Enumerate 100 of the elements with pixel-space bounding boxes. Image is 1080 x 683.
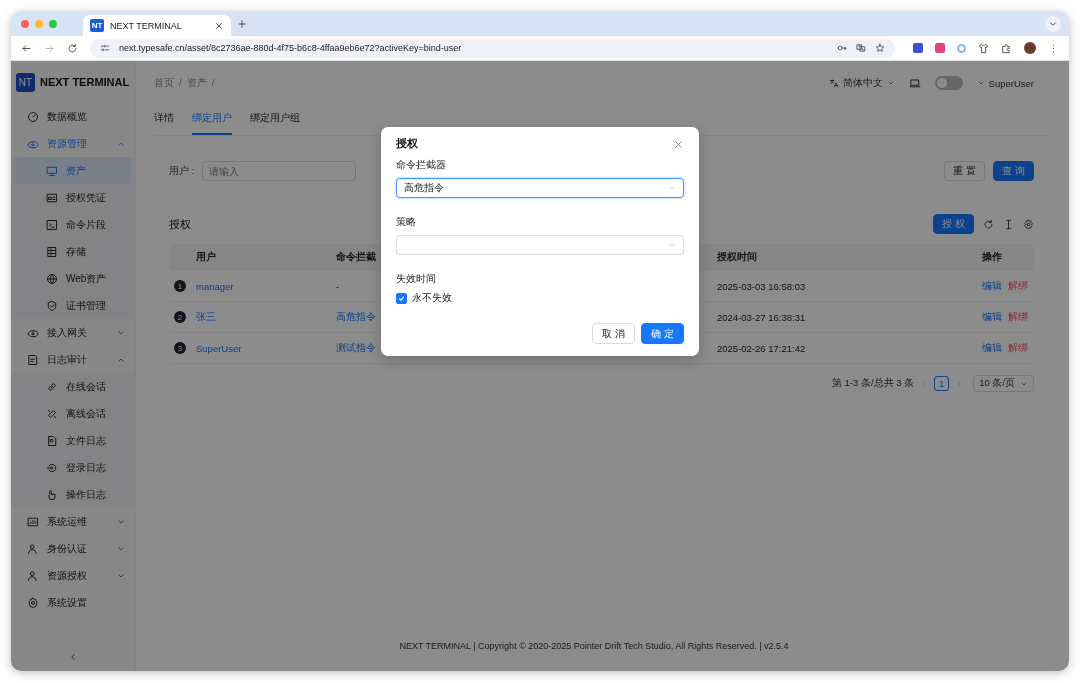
chevron-down-icon xyxy=(976,79,985,87)
field-label: 命令拦截器 xyxy=(396,159,446,172)
sidebar-item[interactable]: 文件日志 xyxy=(15,427,131,454)
grant-button[interactable]: 授 权 xyxy=(933,214,974,234)
sidebar-item[interactable]: 存储 xyxy=(15,238,131,265)
interceptor-link[interactable]: 高危指令 xyxy=(336,310,376,322)
select-field[interactable]: 高危指令 xyxy=(396,178,684,198)
query-button[interactable]: 查 询 xyxy=(993,161,1034,181)
chart-icon xyxy=(27,515,39,528)
sidebar-item[interactable]: 操作日志 xyxy=(15,481,131,508)
extension-icon[interactable] xyxy=(935,43,945,53)
close-icon[interactable] xyxy=(673,138,684,150)
chevron-down-icon xyxy=(886,79,895,87)
chevron-left-icon[interactable] xyxy=(68,652,78,662)
sliders-icon[interactable] xyxy=(100,43,110,53)
sidebar-item[interactable]: 日志审计 xyxy=(11,346,135,373)
breadcrumb-link[interactable]: 首页 xyxy=(154,76,174,90)
breadcrumb-separator: / xyxy=(179,76,182,90)
language-select[interactable]: 简体中文 xyxy=(828,76,895,90)
reload-icon[interactable] xyxy=(67,42,78,54)
back-arrow-icon[interactable] xyxy=(21,42,32,54)
user-link[interactable]: 张三 xyxy=(196,310,216,322)
sidebar-item[interactable]: 系统运维 xyxy=(11,508,135,535)
page-number[interactable]: 1 xyxy=(934,376,950,391)
star-icon[interactable] xyxy=(875,43,885,53)
tab[interactable]: 详情 xyxy=(154,105,174,135)
sidebar-item[interactable]: 证书管理 xyxy=(15,292,131,319)
row-number-badge: 3 xyxy=(174,342,186,355)
table-cell: - xyxy=(336,280,340,292)
chevron-down-icon xyxy=(668,184,676,192)
edit-link[interactable]: 编辑 xyxy=(982,341,1002,355)
close-window-button[interactable] xyxy=(21,19,29,28)
page-size-select[interactable]: 10 条/页 xyxy=(973,375,1034,392)
unbind-link[interactable]: 解绑 xyxy=(1008,310,1028,324)
user-link[interactable]: SuperUser xyxy=(196,342,242,354)
checkbox[interactable] xyxy=(396,293,407,304)
sidebar-item[interactable]: 接入网关 xyxy=(11,319,135,346)
shirt-icon[interactable] xyxy=(978,42,989,54)
unbind-link[interactable]: 解绑 xyxy=(1008,341,1028,355)
sidebar-item[interactable]: 系统设置 xyxy=(11,589,135,616)
sidebar-item[interactable]: Web资产 xyxy=(15,265,131,292)
edit-link[interactable]: 编辑 xyxy=(982,279,1002,293)
breadcrumb-separator: / xyxy=(211,76,215,90)
breadcrumb-link[interactable]: 资产 xyxy=(186,76,207,90)
row-number-badge: 1 xyxy=(174,280,186,293)
settings-icon[interactable] xyxy=(1023,218,1034,230)
puzzle-icon[interactable] xyxy=(1001,42,1012,54)
settings-icon xyxy=(27,596,39,609)
login-icon xyxy=(46,461,58,474)
user-icon xyxy=(27,569,39,582)
interceptor-link[interactable]: 测试指令 xyxy=(336,341,376,353)
reset-button[interactable]: 重 置 xyxy=(944,161,986,181)
sidebar-item[interactable]: 资源管理 xyxy=(11,130,135,157)
sidebar-item[interactable]: 登录日志 xyxy=(15,454,131,481)
translate-icon[interactable] xyxy=(856,43,866,53)
confirm-button[interactable]: 确 定 xyxy=(641,323,684,344)
broken-link-icon xyxy=(46,407,58,420)
field-label: 用户 : xyxy=(169,164,195,178)
sidebar-item[interactable]: 身份认证 xyxy=(11,535,135,562)
close-icon[interactable] xyxy=(214,20,224,31)
pagination-summary: 第 1-3 条/总共 3 条 xyxy=(831,377,915,390)
theme-toggle[interactable] xyxy=(934,76,963,90)
cancel-button[interactable]: 取 消 xyxy=(592,323,636,344)
extension-icon[interactable] xyxy=(913,43,923,53)
row-number-badge: 2 xyxy=(174,311,186,324)
terminal-icon xyxy=(46,218,58,231)
tab[interactable]: 绑定用户组 xyxy=(250,105,300,135)
check-icon xyxy=(397,294,406,303)
sidebar-item[interactable]: 资源授权 xyxy=(11,562,135,589)
user-search-field[interactable]: 请输入 xyxy=(202,161,357,181)
tab[interactable]: 绑定用户 xyxy=(192,105,232,135)
sidebar-item[interactable]: 数据概览 xyxy=(11,103,135,130)
plus-icon[interactable] xyxy=(237,18,247,29)
database-icon xyxy=(46,245,58,258)
checkbox-label[interactable]: 永不失效 xyxy=(412,292,452,305)
column-height-icon[interactable] xyxy=(1003,218,1014,230)
user-link[interactable]: manager xyxy=(196,280,234,292)
file-icon xyxy=(46,434,58,447)
laptop-icon[interactable] xyxy=(908,77,921,89)
unbind-link[interactable]: 解绑 xyxy=(1008,279,1028,293)
monitor-icon xyxy=(46,164,58,177)
sidebar-item[interactable]: 授权凭证 xyxy=(15,184,131,211)
sidebar-item[interactable]: 离线会话 xyxy=(15,400,131,427)
browser-tab[interactable]: NT NEXT TERMINAL xyxy=(83,15,231,36)
edit-link[interactable]: 编辑 xyxy=(982,310,1002,324)
address-bar[interactable]: next.typesafe.cn/asset/8c2736ae-880d-4f75-b6c8-4ffaa9eb6e72?activeKey=bind-user xyxy=(90,38,895,58)
profile-avatar[interactable] xyxy=(1024,42,1036,54)
sidebar-item[interactable]: 在线会话 xyxy=(15,373,131,400)
user-menu[interactable]: SuperUser xyxy=(976,77,1034,89)
column-header: 用户 xyxy=(196,251,217,264)
key-icon[interactable] xyxy=(837,43,847,53)
forward-arrow-icon[interactable] xyxy=(44,42,55,54)
table-cell: 2025-03-03 16:58:03 xyxy=(717,280,806,292)
sidebar-item[interactable]: 命令片段 xyxy=(15,211,131,238)
logo-badge: NT xyxy=(16,72,35,92)
column-header: 操作 xyxy=(982,251,1003,264)
extension-icon[interactable] xyxy=(957,43,966,53)
select-field[interactable] xyxy=(396,235,684,255)
field-label: 失效时间 xyxy=(396,273,436,286)
reload-icon[interactable] xyxy=(983,218,994,230)
